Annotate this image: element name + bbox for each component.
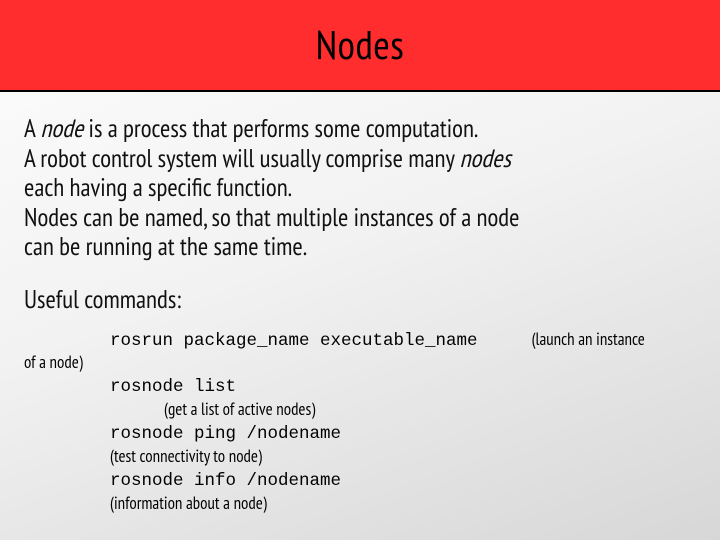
para-5: can be running at the same time.: [24, 232, 692, 262]
slide-body: A node is a process that performs some c…: [0, 92, 720, 515]
cmd-rosnode-list-annot: (get a list of active nodes): [164, 398, 315, 420]
cmd-rosrun-annot-right: (launch an instance: [532, 328, 645, 350]
text: A robot control system will usually comp…: [24, 142, 459, 174]
cmd-rosnode-ping-annot: (test connectivity to node): [110, 445, 262, 467]
para-3: each having a specific function.: [24, 173, 692, 203]
para-2: A robot control system will usually comp…: [24, 144, 692, 174]
cmd-rosrun-annot-left: of a node): [24, 352, 692, 374]
useful-commands-heading: Useful commands:: [24, 284, 692, 314]
commands-block: rosrun package_name executable_name (lau…: [24, 328, 692, 516]
slide-header: Nodes: [0, 0, 720, 92]
cmd-rosrun-row: rosrun package_name executable_name (lau…: [24, 328, 692, 352]
cmd-rosnode-info-annot: (information about a node): [110, 492, 267, 514]
em-node: node: [40, 112, 83, 144]
cmd-rosnode-list: rosnode list: [110, 377, 236, 397]
cmd-rosnode-info: rosnode info /nodename: [110, 471, 341, 491]
slide-title: Nodes: [316, 19, 405, 71]
text: is a process that performs some computat…: [83, 112, 478, 144]
para-1: A node is a process that performs some c…: [24, 114, 692, 144]
em-nodes: nodes: [459, 142, 510, 174]
text: A: [24, 112, 40, 144]
para-4: Nodes can be named, so that multiple ins…: [24, 203, 692, 233]
cmd-rosrun: rosrun package_name executable_name: [110, 331, 478, 351]
cmd-rosnode-ping: rosnode ping /nodename: [110, 424, 341, 444]
